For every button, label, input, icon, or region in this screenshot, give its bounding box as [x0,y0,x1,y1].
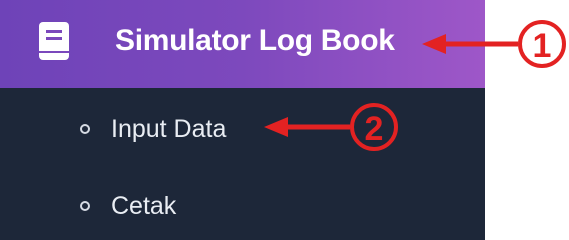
submenu-item-label: Cetak [111,192,177,220]
book-icon [39,22,69,60]
circle-icon [80,124,90,134]
circle-icon [80,201,90,211]
submenu-item-cetak[interactable]: Cetak [0,180,485,240]
menu-item-label: Simulator Log Book [115,24,395,57]
annotation-number-1: 1 [533,27,552,65]
sidebar-menu: Simulator Log Book Input Data Cetak [0,0,485,240]
submenu-item-input-data[interactable]: Input Data [0,101,485,161]
submenu-item-label: Input Data [111,115,227,143]
menu-item-simulator-log-book[interactable]: Simulator Log Book [0,0,485,88]
annotation-marker-1: 1 [518,20,566,68]
